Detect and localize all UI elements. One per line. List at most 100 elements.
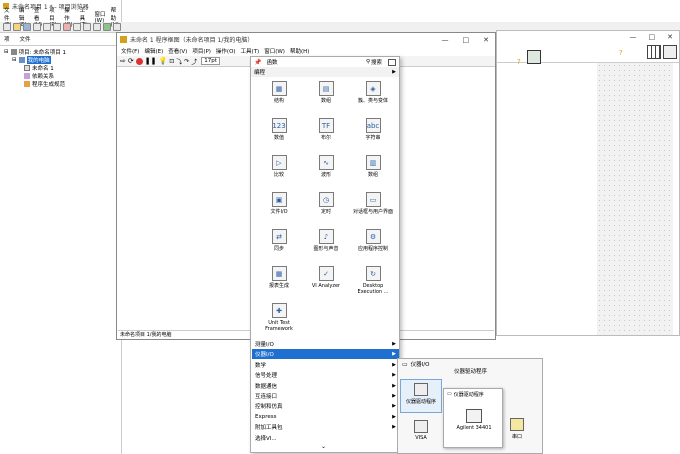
agilent-item[interactable]: Agilent 34401	[448, 407, 500, 431]
palette-item[interactable]: ⇄ 同步	[256, 229, 302, 252]
close-button[interactable]: ✕	[667, 33, 673, 41]
report-icon: ▦	[271, 266, 287, 281]
palette-item[interactable]: ▦ 报表生成	[256, 266, 302, 289]
category-item[interactable]: 测量I/O ▶	[252, 339, 399, 349]
diagram-menu-file[interactable]: 文件(F)	[121, 47, 139, 55]
retain-wire-icon[interactable]: ⊡	[169, 58, 174, 65]
tree-row-build-specs[interactable]: 程序生成规范	[4, 80, 117, 88]
palette-item[interactable]: ▣ 文件I/O	[256, 192, 302, 215]
palette-section[interactable]: 编程 ▶	[251, 67, 399, 77]
string-icon: abc	[365, 118, 381, 133]
palette-item[interactable]: ◷ 定时	[303, 192, 349, 215]
save-icon[interactable]	[23, 23, 31, 31]
category-item[interactable]: 信号处理 ▶	[252, 370, 399, 380]
diagram-close-button[interactable]: ✕	[483, 36, 489, 44]
run-arrow-icon[interactable]: ⇨	[120, 57, 126, 65]
palette-item[interactable]: ◈ 簇、类与变体	[350, 81, 396, 104]
settings-icon[interactable]	[93, 23, 101, 31]
palette-item[interactable]: ▤ 数组	[303, 81, 349, 104]
front-panel-titlebar: — □ ✕	[497, 31, 679, 43]
palette-item[interactable]: ✚ Unit Test Framework	[256, 303, 302, 332]
category-item[interactable]: 数据通信 ▶	[252, 381, 399, 391]
connector-pane-icon	[647, 45, 661, 59]
open-icon[interactable]	[13, 23, 21, 31]
diagram-menu-operate[interactable]: 操作(O)	[216, 47, 236, 55]
category-item[interactable]: 选择VI...	[252, 433, 399, 443]
palette-item-label: 对话框与用户界面	[352, 209, 393, 215]
serial-item[interactable]: 串口	[502, 415, 532, 440]
tree-row-project[interactable]: ⊟ 项目: 未命名项目 1	[4, 48, 117, 56]
step-into-icon[interactable]: ⤵	[176, 57, 182, 66]
maximize-button[interactable]: □	[649, 33, 656, 41]
tree-row-my-computer[interactable]: ⊟ 我的电脑	[4, 56, 117, 64]
tab-files[interactable]: 文件	[20, 35, 31, 43]
palette-item[interactable]: ▦ 结构	[256, 81, 302, 104]
diagram-help-icon[interactable]: ?	[517, 58, 521, 66]
abort-icon[interactable]	[135, 57, 143, 65]
functions-palette: 📌 函数 ⚲ 搜索 编程 ▶ ▦ 结构 ▤ 数组 ◈ 簇、类与变体 123 数值 TF 布尔 abc 字…	[250, 56, 400, 453]
copy-icon[interactable]	[43, 23, 51, 31]
category-item[interactable]: 互连接口 ▶	[252, 391, 399, 401]
category-item[interactable]: 数学 ▶	[252, 360, 399, 370]
highlight-icon[interactable]: 💡	[158, 57, 167, 65]
new-icon[interactable]	[3, 23, 11, 31]
category-label: 信号处理	[255, 373, 278, 380]
category-item[interactable]: 控制和仿真 ▶	[252, 401, 399, 411]
diagram-minimize-button[interactable]: —	[442, 36, 449, 44]
menu-window[interactable]: 窗口(W)	[95, 10, 106, 24]
diagram-menu-tools[interactable]: 工具(T)	[241, 47, 260, 55]
tree-row-dependencies[interactable]: 依赖关系	[4, 72, 117, 80]
section-arrow-icon: ▶	[392, 69, 396, 75]
category-item[interactable]: Express ▶	[252, 412, 399, 422]
diagram-title: 未命名 1 程序框图（未命名项目 1/我的电脑）	[130, 37, 254, 44]
palette-item[interactable]: ▥ 数组	[350, 155, 396, 178]
dependencies-icon	[24, 73, 30, 79]
palette-item[interactable]: ∿ 波形	[303, 155, 349, 178]
front-panel-canvas[interactable]	[597, 63, 673, 335]
help-icon[interactable]: ?	[619, 49, 623, 57]
instrument-driver-item[interactable]: 仪器驱动程序	[400, 379, 442, 413]
palette-item[interactable]: ▭ 对话框与用户界面	[350, 192, 396, 215]
palette-item[interactable]: ♪ 图形与声音	[303, 229, 349, 252]
expand-icon[interactable]: ⊟	[12, 57, 17, 63]
visa-item[interactable]: VISA	[406, 417, 436, 441]
pause-icon[interactable]: ❚❚	[145, 57, 157, 65]
palette-options-icon[interactable]	[388, 58, 396, 66]
paste-icon[interactable]	[53, 23, 61, 31]
palette-scroll-down[interactable]: ⌄	[321, 443, 326, 450]
search-button[interactable]: ⚲ 搜索	[366, 58, 382, 66]
tab-items[interactable]: 项	[4, 35, 10, 43]
run-icon[interactable]	[83, 23, 91, 31]
diagram-maximize-button[interactable]: □	[463, 36, 470, 44]
font-select[interactable]: 17pt	[201, 57, 220, 65]
diagram-menu-help[interactable]: 帮助(H)	[290, 47, 309, 55]
minimize-button[interactable]: —	[630, 33, 637, 41]
cut-icon[interactable]	[33, 23, 41, 31]
category-item[interactable]: 附加工具包 ▶	[252, 422, 399, 432]
build-icon[interactable]	[73, 23, 81, 31]
diagram-menu-edit[interactable]: 编辑(E)	[144, 47, 163, 55]
run-continuous-icon[interactable]: ⟳	[128, 57, 134, 65]
tree-row-vi[interactable]: 未命名 1	[4, 64, 117, 72]
tree-icon[interactable]	[103, 23, 111, 31]
palette-item[interactable]: TF 布尔	[303, 118, 349, 141]
delete-icon[interactable]	[63, 23, 71, 31]
numeric-icon: 123	[271, 118, 287, 133]
diagram-menu-window[interactable]: 窗口(W)	[264, 47, 285, 55]
pin-icon[interactable]: 📌	[254, 59, 261, 66]
palette-item[interactable]: 123 数值	[256, 118, 302, 141]
diagram-menu-view[interactable]: 查看(V)	[168, 47, 187, 55]
expand-icon[interactable]: ⊟	[4, 49, 9, 55]
category-label: 数据通信	[255, 383, 278, 390]
step-out-icon[interactable]: ⤴	[191, 57, 197, 66]
palette-item[interactable]: abc 字符串	[350, 118, 396, 141]
palette-item[interactable]: ✓ VI Analyzer	[303, 266, 349, 289]
palette-item-label: 图形与声音	[313, 246, 339, 252]
palette-item[interactable]: ▷ 比较	[256, 155, 302, 178]
step-over-icon[interactable]: ↷	[184, 58, 189, 65]
category-item[interactable]: 仪器I/O ▶	[252, 349, 399, 360]
palette-item[interactable]: ⚙ 应用程序控制	[350, 229, 396, 252]
view-icon[interactable]	[113, 23, 121, 31]
diagram-menu-project[interactable]: 项目(P)	[192, 47, 211, 55]
palette-item[interactable]: ↻ Desktop Execution ...	[350, 266, 396, 295]
